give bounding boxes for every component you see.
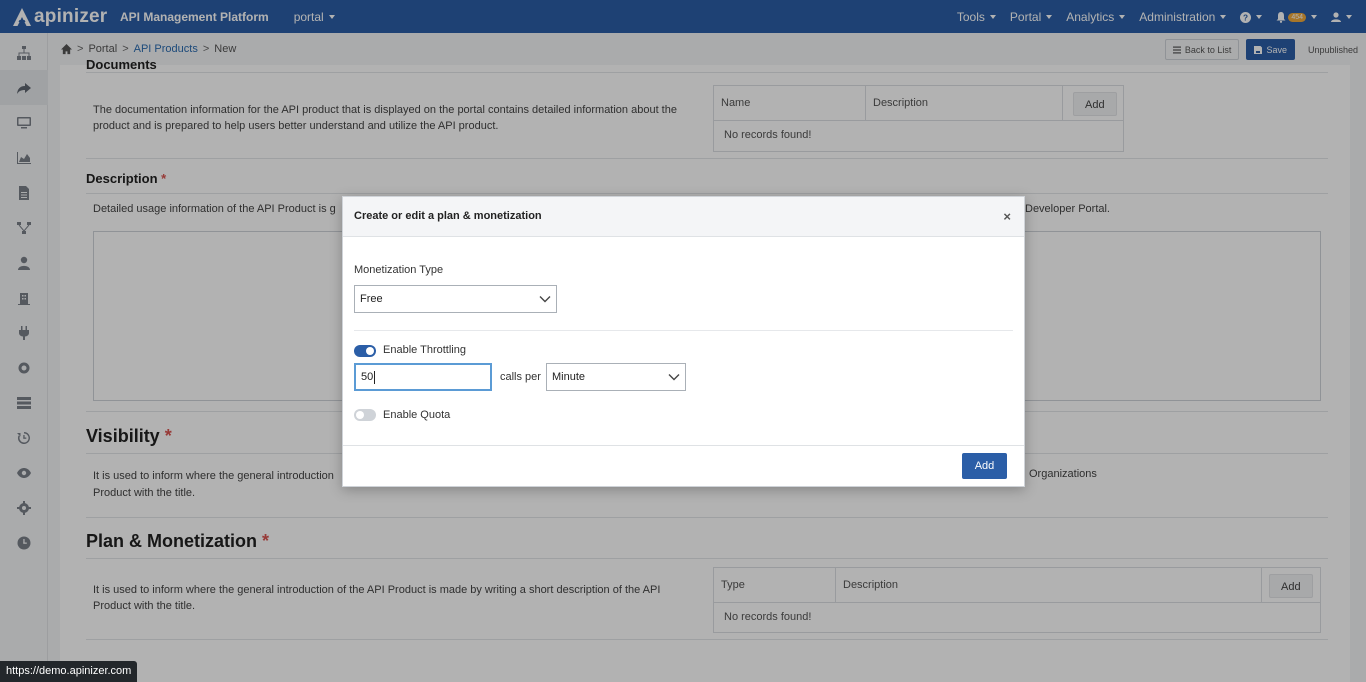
- quota-toggle[interactable]: [354, 409, 376, 421]
- calls-limit-input[interactable]: 50: [354, 363, 492, 391]
- text-cursor: [374, 370, 376, 384]
- throttling-period-value: Minute: [552, 371, 586, 383]
- throttling-toggle[interactable]: [354, 345, 376, 357]
- throttling-period-select[interactable]: Minute: [546, 363, 686, 391]
- toggle-knob: [356, 411, 364, 419]
- calls-limit-value: 50: [361, 371, 374, 383]
- quota-label: Enable Quota: [383, 409, 451, 421]
- close-icon[interactable]: ×: [1003, 209, 1011, 224]
- status-bar-url: https://demo.apinizer.com: [0, 661, 138, 682]
- toggle-knob: [366, 347, 374, 355]
- modal-header: Create or edit a plan & monetization ×: [343, 197, 1024, 237]
- throttling-label: Enable Throttling: [383, 344, 466, 356]
- modal-footer: Add: [343, 445, 1024, 486]
- divider: [354, 330, 1013, 331]
- modal-title: Create or edit a plan & monetization: [354, 210, 542, 222]
- chevron-down-icon: [539, 296, 551, 303]
- monetization-type-select[interactable]: Free: [354, 285, 557, 313]
- calls-per-label: calls per: [500, 371, 541, 383]
- chevron-down-icon: [668, 374, 680, 381]
- monetization-type-value: Free: [360, 293, 383, 305]
- monetization-type-label: Monetization Type: [354, 264, 444, 276]
- add-plan-submit-button[interactable]: Add: [962, 453, 1007, 479]
- plan-monetization-modal: Create or edit a plan & monetization × M…: [342, 196, 1025, 487]
